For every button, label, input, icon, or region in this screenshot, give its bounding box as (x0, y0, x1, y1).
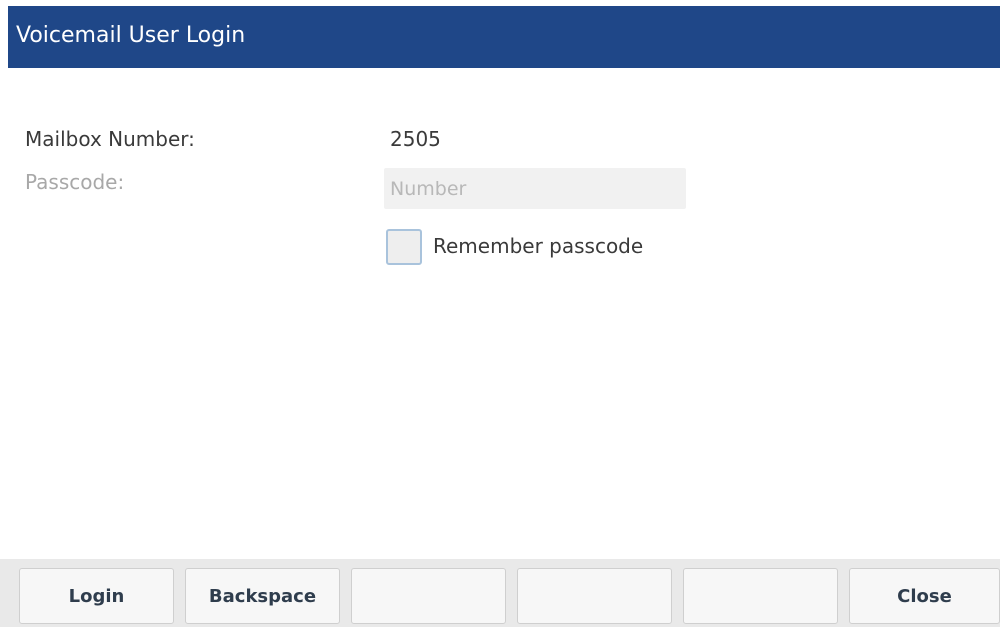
passcode-label: Passcode: (25, 170, 125, 194)
login-button[interactable]: Login (19, 568, 174, 624)
softkey-5-button[interactable] (683, 568, 838, 624)
passcode-input[interactable] (384, 168, 686, 209)
softkey-3-button[interactable] (351, 568, 506, 624)
title-bar: Voicemail User Login (8, 6, 1000, 68)
mailbox-number-label: Mailbox Number: (25, 127, 195, 151)
close-button[interactable]: Close (849, 568, 1000, 624)
remember-passcode-checkbox[interactable] (386, 229, 422, 265)
window-title: Voicemail User Login (16, 23, 246, 48)
mailbox-number-value: 2505 (390, 127, 441, 151)
softkey-4-button[interactable] (517, 568, 672, 624)
remember-passcode-label: Remember passcode (433, 234, 644, 258)
softkey-bar: Login Backspace Close (0, 559, 1000, 627)
backspace-button[interactable]: Backspace (185, 568, 340, 624)
